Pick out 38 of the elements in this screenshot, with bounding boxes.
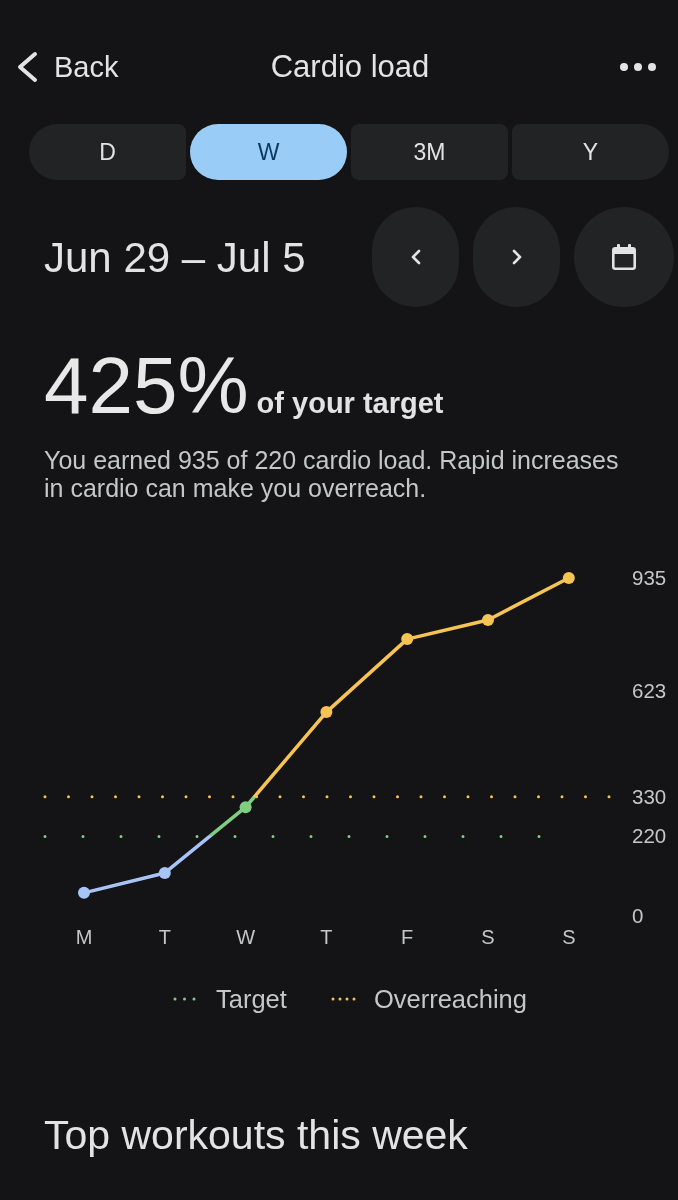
page-title: Cardio load [269,48,430,86]
data-point [482,613,494,626]
period-tab[interactable]: D [29,124,186,180]
period-tab[interactable]: 3M [351,124,508,180]
data-point [239,801,252,814]
axis-label: T [158,926,171,948]
more-button[interactable] [620,63,656,72]
axis-label: 330 [632,784,667,808]
legend-label: Overreaching [373,983,527,1015]
axis-label: F [401,926,414,948]
chevron-left-icon [16,51,38,84]
axis-label: S [481,926,495,948]
legend-label: Target [216,983,287,1015]
calendar-icon [611,243,637,271]
data-point [401,633,414,646]
period-tab[interactable]: Y [512,124,669,180]
axis-label: M [75,926,93,948]
percent-value: 425% [44,346,249,426]
axis-label: T [320,926,333,948]
period-tab[interactable]: W [190,124,347,180]
axis-label: 935 [632,566,667,589]
axis-label: 0 [632,904,644,927]
data-point [158,867,171,879]
chevron-left-icon [410,249,421,265]
data-point [562,572,575,584]
axis-label: 220 [632,824,667,848]
axis-label: 623 [632,678,667,702]
date-range: Jun 29 – Jul 5 [44,232,307,283]
data-point [320,706,333,719]
section-title: Top workouts this week [43,1113,469,1157]
data-point [78,886,90,899]
axis-label: S [562,926,576,948]
back-button[interactable]: Back [16,45,119,89]
chevron-right-icon [511,249,522,265]
axis-label: W [236,926,256,948]
summary-description: You earned 935 of 220 cardio load. Rapid increases in cardio can make you overreach. [44,446,620,502]
percent-caption: of your target [256,386,444,421]
more-icon [620,63,656,72]
